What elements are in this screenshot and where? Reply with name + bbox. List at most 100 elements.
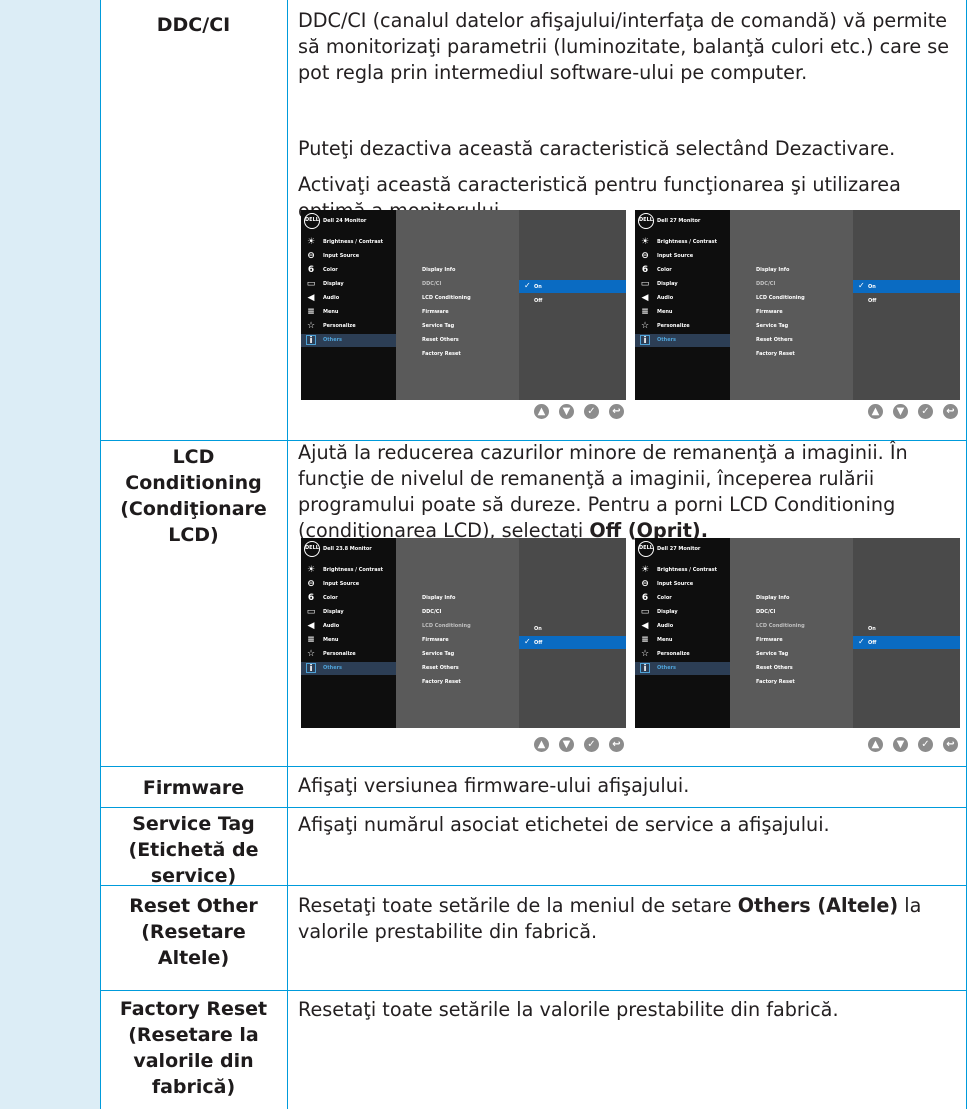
checkmark-icon: ✓ — [858, 637, 865, 646]
osd-submenu-item: DDC/CI — [756, 609, 776, 615]
osd-menu-screenshot: DELL Dell 24 Monitor ☀ Brightness / Contras… — [301, 210, 626, 400]
osd-nav-item: ◀ Audio — [301, 292, 396, 305]
lcd-conditioning-description: Ajută la reducerea cazurilor minore de r… — [298, 441, 908, 542]
osd-submenu-item: Reset Others — [756, 665, 793, 671]
osd-submenu-item: Service Tag — [756, 651, 789, 657]
osd-menu-screenshot: DELL Dell 27 Monitor ☀ Brightness / Contras… — [635, 210, 960, 400]
osd-nav-label: Others — [657, 337, 677, 343]
menu-icon: ≡ — [641, 307, 649, 317]
osd-nav-item: ◀ Audio — [635, 292, 730, 305]
osd-button-row: ▲ ▼ ✓ ↩ — [868, 404, 958, 419]
menu-icon: ≡ — [307, 635, 315, 645]
display-icon: ▭ — [640, 279, 650, 289]
osd-option-on: On — [853, 622, 960, 635]
osd-nav-item: ☀ Brightness / Contrast — [635, 564, 730, 577]
osd-nav-label: Personalize — [657, 651, 690, 657]
osd-nav-item: ≡ Menu — [301, 306, 396, 319]
brightness-icon: ☀ — [306, 565, 316, 575]
row-divider — [100, 766, 967, 767]
osd-submenu-panel — [730, 538, 853, 728]
osd-submenu-item: DDC/CI — [422, 281, 442, 287]
osd-option-label: On — [534, 626, 542, 632]
osd-option-label: On — [868, 626, 876, 632]
ddcci-disable-note: Puteţi dezactiva această caracteristică … — [298, 137, 896, 160]
osd-nav-item: ◀ Audio — [635, 620, 730, 633]
osd-nav-label: Audio — [323, 295, 340, 301]
osd-nav-label: Input Source — [657, 253, 694, 259]
osd-nav-item: ⊖ Input Source — [635, 250, 730, 263]
audio-icon: ◀ — [307, 293, 315, 303]
osd-nav-item: 6 Color — [301, 264, 396, 277]
osd-menu-screenshot: DELL Dell 27 Monitor ☀ Brightness / Contras… — [635, 538, 960, 728]
input-source-icon: ⊖ — [641, 579, 649, 589]
brightness-icon: ☀ — [640, 237, 650, 247]
service-tag-description: Afişaţi numărul asociat etichetei de ser… — [298, 813, 830, 836]
back-icon: ↩ — [943, 404, 958, 419]
left-margin-band — [0, 0, 100, 1109]
osd-nav-label: Audio — [657, 295, 674, 301]
others-icon: i — [640, 663, 650, 674]
osd-submenu-item: Factory Reset — [756, 351, 795, 357]
up-icon: ▲ — [868, 737, 883, 752]
osd-nav-item: ☆ Personalize — [635, 648, 730, 661]
display-icon: ▭ — [640, 607, 650, 617]
check-icon: ✓ — [918, 404, 933, 419]
osd-option-on: On — [519, 622, 626, 635]
menu-icon: ≡ — [641, 635, 649, 645]
osd-option-label: Off — [534, 640, 543, 646]
row-label-factory-reset: Factory Reset (Resetare la valorile din … — [119, 998, 268, 1098]
audio-icon: ◀ — [307, 621, 315, 631]
osd-nav-label: Display — [323, 609, 344, 615]
down-icon: ▼ — [893, 737, 908, 752]
osd-nav-item: ☆ Personalize — [301, 648, 396, 661]
dell-logo-icon: DELL — [304, 213, 320, 229]
down-icon: ▼ — [559, 404, 574, 419]
osd-submenu-panel — [730, 210, 853, 400]
osd-nav-item: ▭ Display — [635, 278, 730, 291]
row-divider — [100, 990, 967, 991]
osd-submenu-panel — [396, 538, 519, 728]
color-icon: 6 — [641, 265, 649, 275]
dell-logo-icon: DELL — [638, 541, 654, 557]
osd-nav-item: ⊖ Input Source — [635, 578, 730, 591]
menu-icon: ≡ — [307, 307, 315, 317]
osd-submenu-item: Firmware — [756, 309, 783, 315]
color-icon: 6 — [307, 265, 315, 275]
display-icon: ▭ — [306, 279, 316, 289]
osd-nav-item: i Others — [635, 334, 730, 347]
osd-nav-label: Display — [323, 281, 344, 287]
osd-nav-label: Input Source — [657, 581, 694, 587]
osd-submenu-item: Factory Reset — [422, 351, 461, 357]
osd-title: Dell 24 Monitor — [323, 218, 367, 224]
osd-option-label: On — [534, 284, 542, 290]
manual-page: DDC/CI DDC/CI (canalul datelor afişajulu… — [0, 0, 968, 1109]
row-label-reset-other: Reset Other (Resetare Altele) — [129, 895, 258, 969]
osd-submenu-item: Reset Others — [422, 337, 459, 343]
osd-nav-label: Personalize — [657, 323, 690, 329]
osd-submenu-item: Display Info — [756, 267, 790, 273]
osd-nav-item: ≡ Menu — [635, 306, 730, 319]
factory-reset-description: Resetaţi toate setările la valorile pres… — [298, 998, 839, 1021]
osd-nav-item: ⊖ Input Source — [301, 250, 396, 263]
osd-nav-item: i Others — [635, 662, 730, 675]
down-icon: ▼ — [893, 404, 908, 419]
osd-nav-label: Audio — [657, 623, 674, 629]
personalize-icon: ☆ — [640, 649, 650, 659]
up-icon: ▲ — [868, 404, 883, 419]
osd-submenu-panel — [396, 210, 519, 400]
osd-menu-screenshot: DELL Dell 23.8 Monitor ☀ Brightness / Contr… — [301, 538, 626, 728]
personalize-icon: ☆ — [306, 649, 316, 659]
check-icon: ✓ — [918, 737, 933, 752]
color-icon: 6 — [307, 593, 315, 603]
osd-nav-label: Color — [657, 595, 672, 601]
osd-submenu-item: Firmware — [422, 637, 449, 643]
checkmark-icon: ✓ — [524, 281, 531, 290]
table-column-divider — [287, 0, 288, 1109]
osd-nav-label: Display — [657, 609, 678, 615]
osd-nav-label: Brightness / Contrast — [657, 567, 717, 573]
osd-option-off: Off — [853, 294, 960, 307]
osd-option-off: Off — [519, 294, 626, 307]
row-label-service-tag: Service Tag (Etichetă de service) — [128, 813, 259, 887]
osd-nav-item: ☀ Brightness / Contrast — [635, 236, 730, 249]
osd-submenu-item: LCD Conditioning — [756, 623, 805, 629]
